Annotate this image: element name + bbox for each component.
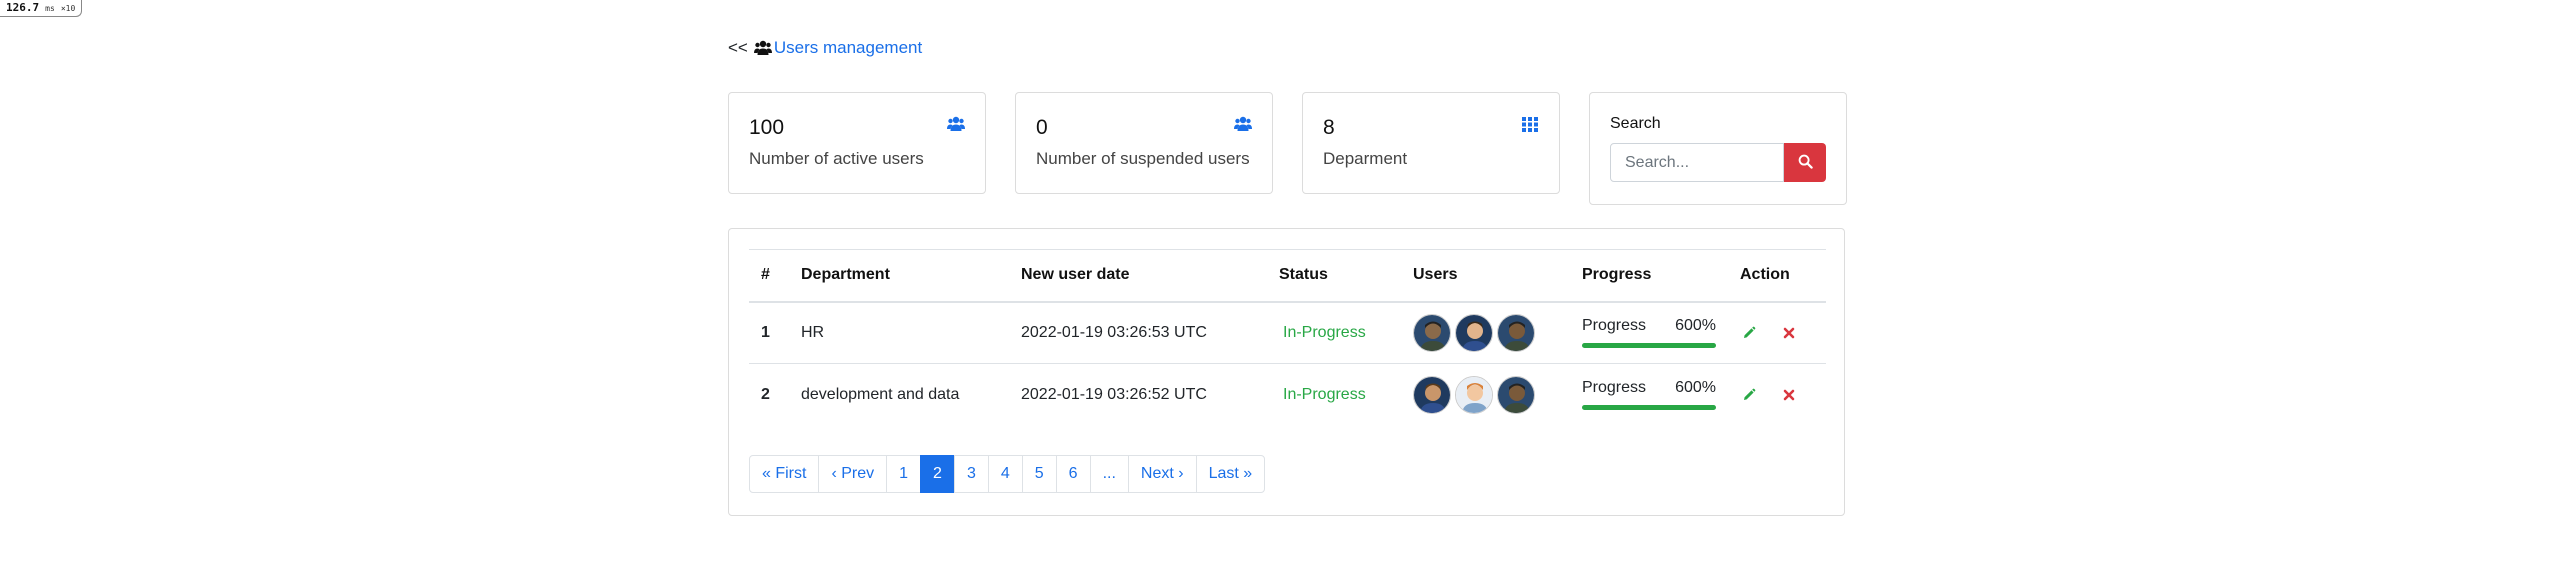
edit-pencil-icon[interactable] [1742, 326, 1756, 340]
page-6[interactable]: 6 [1055, 455, 1091, 493]
stat-label: Number of active users [749, 149, 924, 168]
users-icon [1234, 115, 1252, 133]
progress-bar [1582, 343, 1716, 349]
col-header-users: Users [1413, 266, 1458, 284]
row-index: 1 [761, 323, 770, 341]
perf-unit: ms [45, 4, 55, 13]
status-badge: In-Progress [1283, 323, 1366, 341]
stat-value: 8 [1323, 116, 1335, 139]
stat-value: 100 [749, 116, 785, 139]
table-row: 1 HR 2022-01-19 03:26:53 UTC In-Progress [749, 302, 1826, 364]
search-icon [1798, 154, 1813, 172]
stat-card-department: 8 Deparment [1302, 92, 1560, 194]
progress-bar-fill [1582, 343, 1716, 349]
user-avatars [1413, 375, 1558, 414]
table-header-row: # Department New user date Status Users … [749, 249, 1826, 302]
status-badge: In-Progress [1283, 385, 1366, 403]
page-last[interactable]: Last » [1195, 455, 1266, 493]
col-header-date: New user date [1021, 266, 1130, 284]
col-header-department: Department [801, 266, 890, 284]
users-icon [947, 115, 965, 133]
table-row: 2 development and data 2022-01-19 03:26:… [749, 364, 1826, 426]
row-actions [1740, 326, 1814, 340]
row-index: 2 [761, 385, 770, 403]
search-button[interactable] [1784, 143, 1826, 182]
search-row [1610, 143, 1826, 182]
page-5[interactable]: 5 [1021, 455, 1057, 493]
perf-suffix: ×10 [60, 4, 76, 13]
page-next[interactable]: Next › [1127, 455, 1197, 493]
col-header-action: Action [1740, 266, 1790, 284]
page-4[interactable]: 4 [987, 455, 1023, 493]
page-prev[interactable]: ‹ Prev [818, 455, 888, 493]
users-icon [753, 39, 772, 57]
grid-icon [1521, 115, 1539, 133]
pagination: « First ‹ Prev 1 2 3 4 5 6 ... Next › La… [749, 455, 1266, 493]
breadcrumb: << Users management [728, 38, 922, 58]
row-department: development and data [801, 385, 960, 403]
departments-table-card: # Department New user date Status Users … [728, 228, 1845, 516]
row-date: 2022-01-19 03:26:53 UTC [1021, 323, 1207, 341]
departments-table: # Department New user date Status Users … [749, 249, 1826, 426]
edit-pencil-icon[interactable] [1742, 388, 1756, 402]
back-link[interactable]: << [728, 38, 748, 58]
row-department: HR [801, 323, 825, 341]
stat-card-active-users: 100 Number of active users [728, 92, 986, 194]
progress-label: Progress [1582, 317, 1647, 335]
avatar[interactable] [1413, 313, 1451, 352]
progress-bar [1582, 405, 1716, 411]
col-header-index: # [761, 266, 770, 284]
delete-x-icon[interactable] [1782, 326, 1796, 340]
row-date: 2022-01-19 03:26:52 UTC [1021, 385, 1207, 403]
progress: Progress 600% [1582, 317, 1716, 349]
avatar[interactable] [1455, 375, 1493, 414]
avatar[interactable] [1497, 313, 1535, 352]
page-2[interactable]: 2 [920, 455, 955, 493]
stat-card-suspended-users: 0 Number of suspended users [1015, 92, 1273, 194]
col-header-status: Status [1279, 266, 1328, 284]
page-1[interactable]: 1 [886, 455, 922, 493]
progress-value: 600% [1675, 317, 1716, 335]
perf-counter: 126.7 ms ×10 [0, 0, 83, 17]
progress-bar-fill [1582, 405, 1716, 411]
progress: Progress 600% [1582, 379, 1716, 411]
progress-value: 600% [1675, 379, 1716, 397]
stat-label: Number of suspended users [1036, 149, 1250, 168]
row-actions [1740, 388, 1814, 402]
avatar[interactable] [1455, 313, 1493, 352]
page-3[interactable]: 3 [953, 455, 989, 493]
user-avatars [1413, 313, 1558, 352]
page-ellipsis[interactable]: ... [1089, 455, 1129, 493]
perf-value: 126.7 [6, 1, 40, 14]
search-card: Search [1589, 92, 1847, 205]
search-input[interactable] [1610, 143, 1784, 182]
stat-label: Deparment [1323, 149, 1408, 168]
page-first[interactable]: « First [749, 455, 820, 493]
col-header-progress: Progress [1582, 266, 1652, 284]
avatar[interactable] [1497, 375, 1535, 414]
search-label: Search [1610, 115, 1661, 132]
delete-x-icon[interactable] [1782, 388, 1796, 402]
stat-value: 0 [1036, 116, 1048, 139]
progress-label: Progress [1582, 379, 1647, 397]
avatar[interactable] [1413, 375, 1451, 414]
users-management-link[interactable]: Users management [774, 38, 922, 58]
